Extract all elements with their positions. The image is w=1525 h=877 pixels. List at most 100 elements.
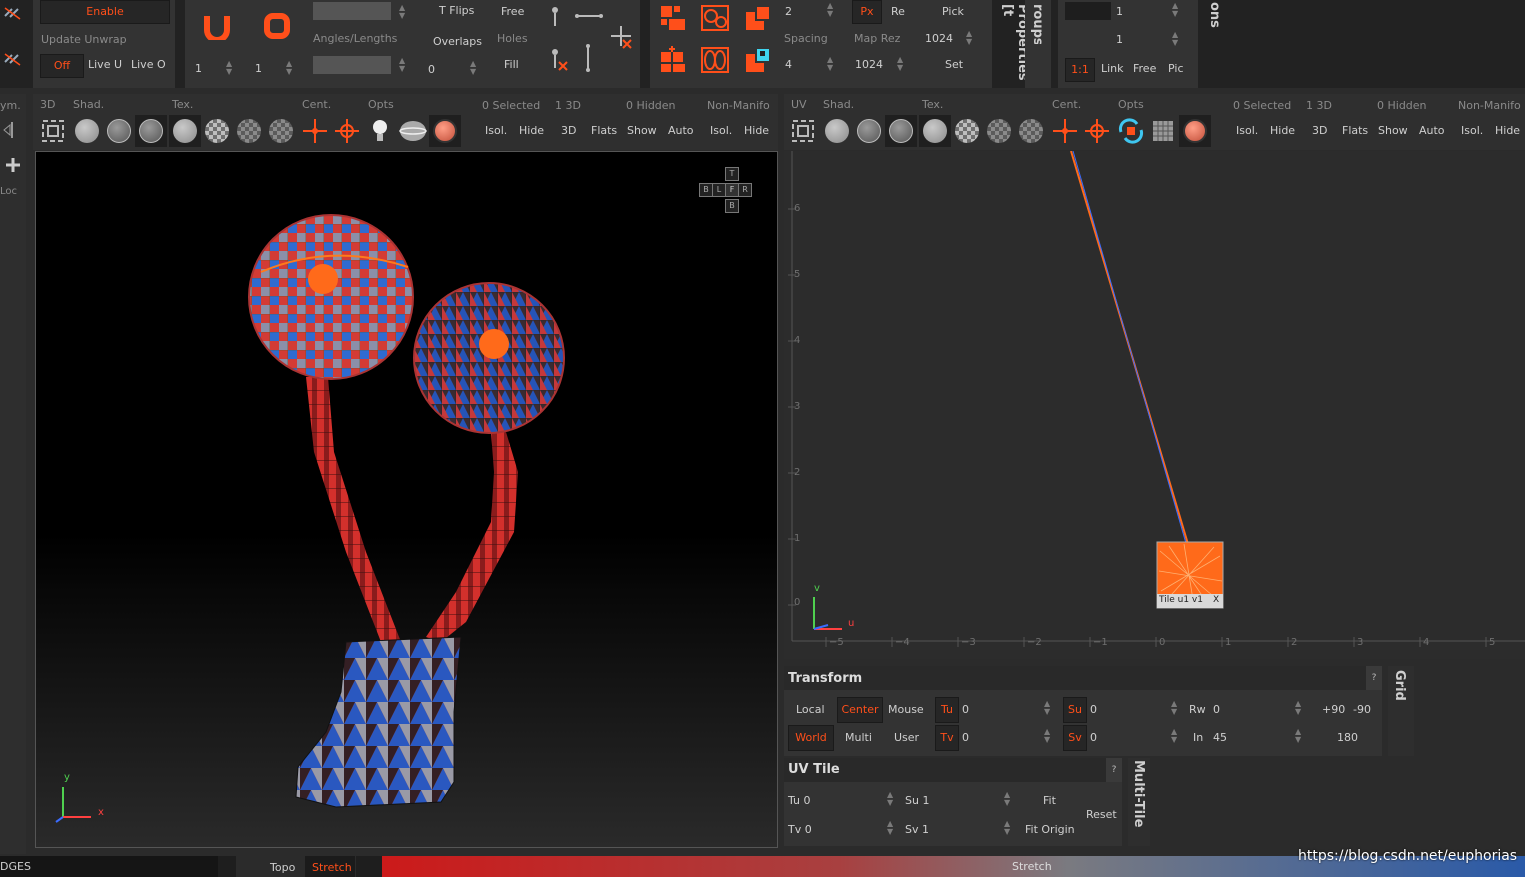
3d-button[interactable]: 3D bbox=[561, 124, 576, 137]
map-rez-value[interactable]: 1024 bbox=[855, 58, 883, 71]
stepper-arrows-icon[interactable]: ▲ ▼ bbox=[897, 56, 903, 72]
color-sphere-icon[interactable] bbox=[1183, 119, 1207, 143]
shade-solid-icon[interactable] bbox=[825, 119, 849, 143]
groups-tab[interactable]: roups bbox=[1030, 4, 1045, 44]
isol-button[interactable]: Isol. bbox=[1236, 124, 1258, 137]
minus90-button[interactable]: -90 bbox=[1353, 703, 1371, 716]
stepper-arrows-icon[interactable]: ▲ ▼ bbox=[887, 820, 893, 836]
overlaps-button[interactable]: Overlaps bbox=[433, 35, 482, 48]
link-icon[interactable] bbox=[2, 50, 24, 68]
stepper-arrows-icon[interactable]: ▲ ▼ bbox=[1044, 700, 1050, 716]
stepper-arrows-icon[interactable]: ▲ ▼ bbox=[1172, 31, 1178, 47]
hide-button[interactable]: Hide bbox=[519, 124, 544, 137]
isol-button[interactable]: Isol. bbox=[485, 124, 507, 137]
plus90-button[interactable]: +90 bbox=[1322, 703, 1345, 716]
fit-origin-button[interactable]: Fit Origin bbox=[1025, 823, 1075, 836]
stretch-button[interactable]: Stretch bbox=[312, 861, 352, 874]
stepper-arrows-icon[interactable]: ▲ ▼ bbox=[1295, 728, 1301, 744]
flats-button[interactable]: Flats bbox=[591, 124, 617, 137]
color-sphere-icon[interactable] bbox=[433, 119, 457, 143]
o-icon[interactable] bbox=[263, 12, 291, 40]
multi-button[interactable]: Multi bbox=[845, 731, 872, 744]
re-button[interactable]: Re bbox=[891, 5, 905, 18]
rw-value[interactable]: 0 bbox=[1213, 703, 1220, 716]
hide-button[interactable]: Hide bbox=[1270, 124, 1295, 137]
overlaps-value[interactable]: 0 bbox=[428, 63, 435, 76]
set-button[interactable]: Set bbox=[945, 58, 963, 71]
frame-icon[interactable] bbox=[790, 118, 816, 144]
uvtile-tv[interactable]: Tv 0 bbox=[788, 823, 812, 836]
uvtile-help-button[interactable]: ? bbox=[1106, 758, 1122, 782]
link-button[interactable]: Link bbox=[1101, 62, 1124, 75]
tex-checker-dim2-icon[interactable] bbox=[1019, 119, 1043, 143]
show-button[interactable]: Show bbox=[627, 124, 657, 137]
pick-value[interactable]: 1024 bbox=[925, 32, 953, 45]
options-tab[interactable]: ons bbox=[1207, 2, 1222, 32]
line-tool-icon[interactable] bbox=[575, 8, 603, 24]
pack-cyan-icon[interactable] bbox=[744, 46, 772, 74]
auto-button[interactable]: Auto bbox=[1419, 124, 1445, 137]
pin-icon[interactable] bbox=[545, 4, 565, 28]
topo-button[interactable]: Topo bbox=[270, 861, 295, 874]
uvtile-tu[interactable]: Tu 0 bbox=[788, 794, 811, 807]
uvtile-sv[interactable]: Sv 1 bbox=[905, 823, 929, 836]
uvtile-su[interactable]: Su 1 bbox=[905, 794, 929, 807]
cross-delete-icon[interactable] bbox=[607, 24, 635, 52]
stepper-arrows-icon[interactable]: ▲ ▼ bbox=[399, 57, 405, 73]
show-button[interactable]: Show bbox=[1378, 124, 1408, 137]
num1-value[interactable]: 1 bbox=[1116, 5, 1123, 18]
hide-button-2[interactable]: Hide bbox=[744, 124, 769, 137]
angles-slider[interactable] bbox=[313, 2, 391, 20]
live-o-button[interactable]: Live O bbox=[131, 58, 166, 71]
tv-button[interactable]: Tv bbox=[935, 725, 959, 751]
fill-button[interactable]: Fill bbox=[504, 58, 519, 71]
stepper-arrows-icon[interactable]: ▲ ▼ bbox=[827, 2, 833, 18]
frame-icon[interactable] bbox=[40, 118, 66, 144]
pack-ovals-icon[interactable] bbox=[700, 46, 730, 74]
stepper-arrows-icon[interactable]: ▲ ▼ bbox=[887, 791, 893, 807]
flat-disk-icon[interactable] bbox=[399, 119, 427, 143]
isol-button-2[interactable]: Isol. bbox=[710, 124, 732, 137]
viewport-3d[interactable]: T B L F R B y x bbox=[35, 151, 778, 848]
pick-button[interactable]: Pick bbox=[942, 5, 964, 18]
pin-delete-icon[interactable] bbox=[547, 46, 569, 72]
fit-button[interactable]: Fit bbox=[1043, 794, 1056, 807]
stepper-arrows-icon[interactable]: ▲ ▼ bbox=[1004, 791, 1010, 807]
pic-button[interactable]: Pic bbox=[1168, 62, 1184, 75]
sv-value[interactable]: 0 bbox=[1090, 731, 1097, 744]
su-value[interactable]: 0 bbox=[1090, 703, 1097, 716]
multitile-tab[interactable]: Multi-Tile bbox=[1131, 760, 1146, 827]
t-flips-button[interactable]: T Flips bbox=[439, 4, 474, 17]
sync-lock-icon[interactable] bbox=[1117, 118, 1145, 144]
vertical-line-icon[interactable] bbox=[582, 44, 594, 72]
pack-circles-icon[interactable] bbox=[700, 4, 730, 32]
live-u-button[interactable]: Live U bbox=[88, 58, 122, 71]
center-button[interactable]: Center bbox=[837, 697, 883, 723]
stepper-arrows-icon[interactable]: ▲ ▼ bbox=[1171, 728, 1177, 744]
stepper-arrows-icon[interactable]: ▲ ▼ bbox=[470, 60, 476, 76]
su-button[interactable]: Su bbox=[1063, 697, 1087, 723]
lengths-slider[interactable] bbox=[313, 56, 391, 74]
pack-square-icon[interactable] bbox=[744, 4, 772, 32]
tile-close-button[interactable]: X bbox=[1213, 595, 1219, 605]
stepper-arrows-icon[interactable]: ▲ ▼ bbox=[1044, 728, 1050, 744]
auto-button[interactable]: Auto bbox=[668, 124, 694, 137]
stepper-arrows-icon[interactable]: ▲ ▼ bbox=[286, 60, 292, 76]
center-icon[interactable] bbox=[302, 118, 328, 144]
stepper-b[interactable]: 1 bbox=[255, 62, 262, 75]
tex-plain-icon[interactable] bbox=[173, 119, 197, 143]
stepper-arrows-icon[interactable]: ▲ ▼ bbox=[966, 30, 972, 46]
center-target-icon[interactable] bbox=[1084, 118, 1110, 144]
update-unwrap-label[interactable]: Update Unwrap bbox=[41, 33, 127, 46]
stepper-arrows-icon[interactable]: ▲ ▼ bbox=[226, 60, 232, 76]
link-icon[interactable] bbox=[2, 4, 24, 22]
tu-button[interactable]: Tu bbox=[935, 697, 959, 723]
pack-grid-add-icon[interactable] bbox=[659, 46, 687, 74]
pack-grid-icon[interactable] bbox=[659, 4, 687, 32]
free-button-2[interactable]: Free bbox=[1133, 62, 1156, 75]
grid-tab[interactable]: Grid bbox=[1392, 670, 1407, 701]
tex-checker-icon[interactable] bbox=[205, 119, 229, 143]
stepper-a[interactable]: 1 bbox=[195, 62, 202, 75]
shade-wireframe-icon[interactable] bbox=[139, 119, 163, 143]
hide-button-2[interactable]: Hide bbox=[1495, 124, 1520, 137]
